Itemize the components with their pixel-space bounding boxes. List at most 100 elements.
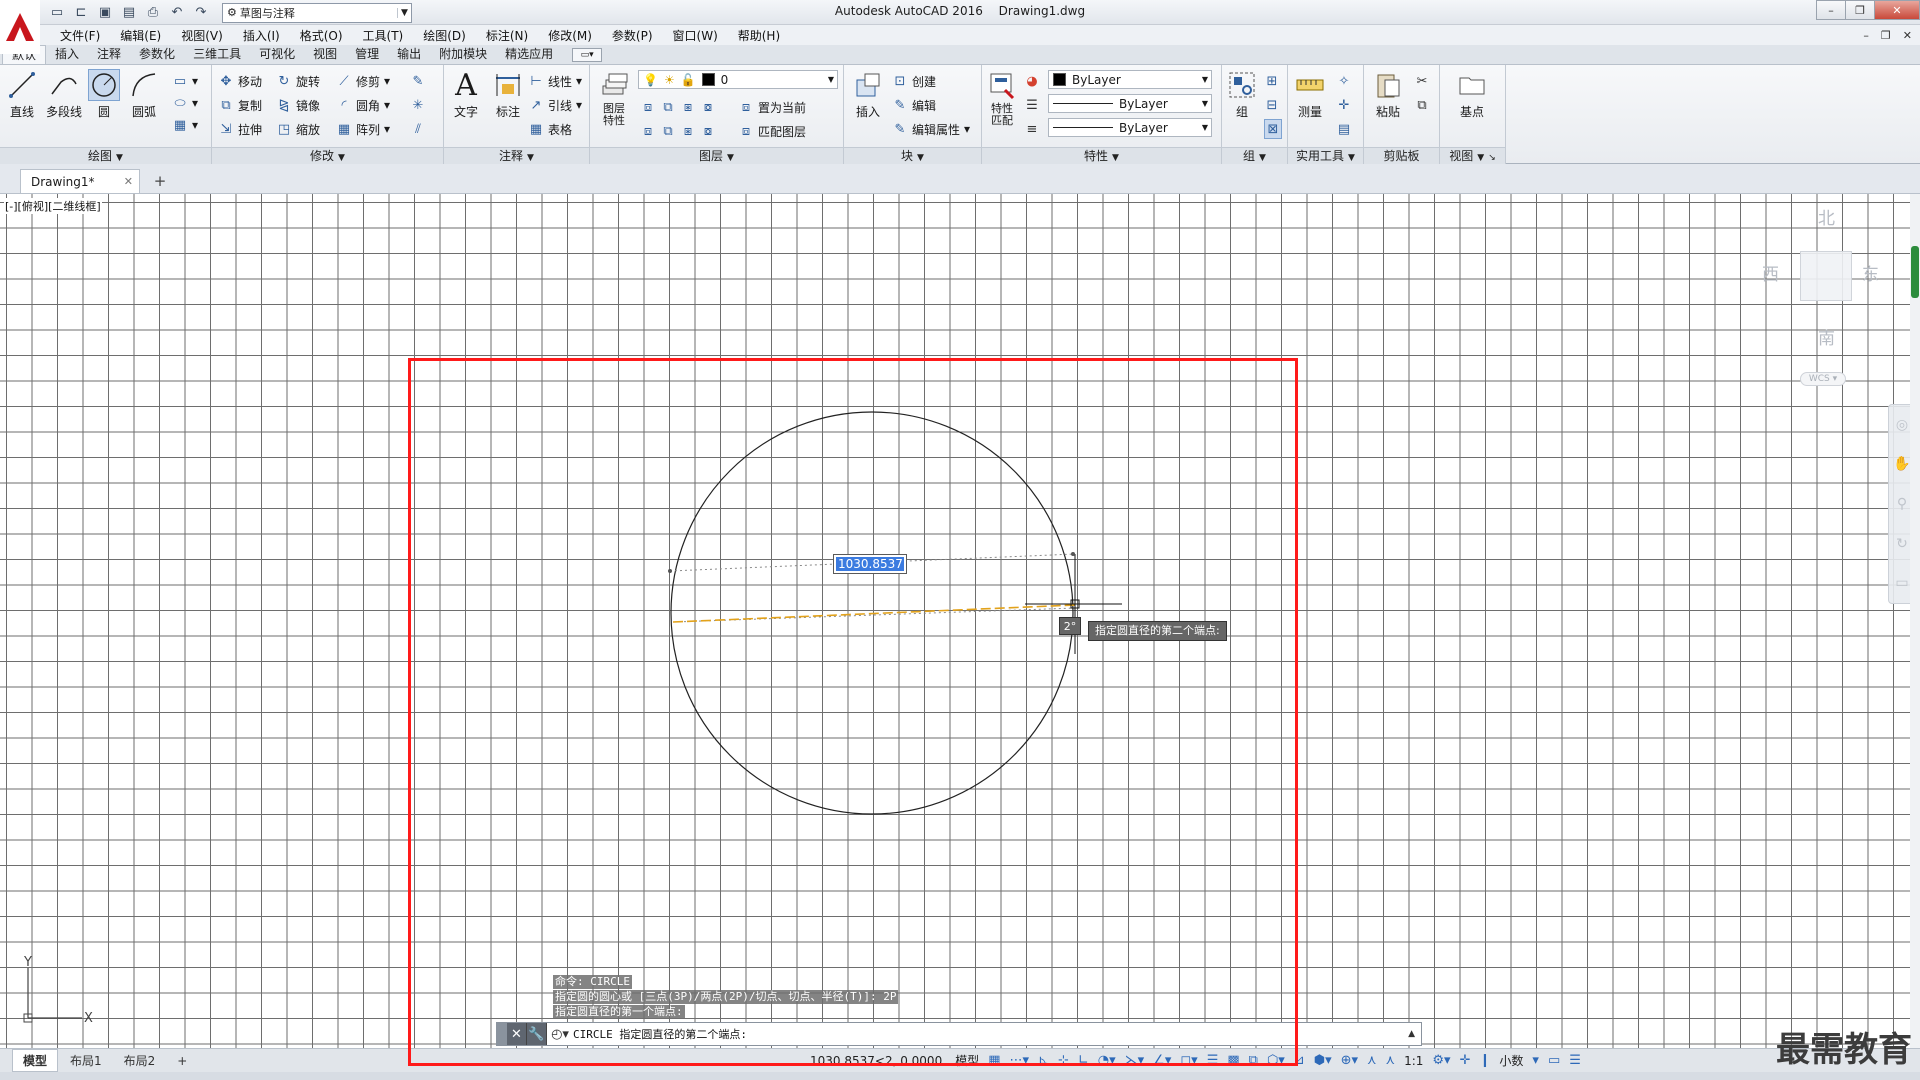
- layer-unisolate-icon[interactable]: ⧉: [660, 123, 676, 139]
- layer-select[interactable]: 💡 ☀ 🔓 0 ▼: [638, 70, 838, 89]
- id-point-button[interactable]: ✛: [1336, 95, 1352, 115]
- scrollbar-thumb[interactable]: [1911, 246, 1919, 298]
- edit-block-button[interactable]: ✎ 编辑: [892, 95, 936, 115]
- doc-close-button[interactable]: ✕: [1903, 29, 1912, 42]
- dynamic-input-icon[interactable]: ⊹: [1058, 1053, 1069, 1068]
- menu-edit[interactable]: 编辑(E): [110, 27, 171, 44]
- coordinate-readout[interactable]: 1030.8537<2, 0.0000: [810, 1054, 942, 1068]
- panel-properties-title[interactable]: 特性 ▼: [982, 147, 1221, 164]
- maximize-button[interactable]: ❐: [1845, 0, 1875, 20]
- color-select[interactable]: ByLayer ▼: [1048, 70, 1212, 89]
- annotation-scale[interactable]: 1:1: [1404, 1054, 1423, 1068]
- move-button[interactable]: ✥ 移动: [218, 71, 262, 91]
- layer-thaw-icon[interactable]: ⧆: [680, 123, 696, 139]
- 3d-osnap-icon[interactable]: ⬡▾: [1267, 1053, 1285, 1068]
- match-layer-button[interactable]: ⧈ 匹配图层: [738, 121, 806, 141]
- tab-addins[interactable]: 附加模块: [430, 45, 496, 64]
- tab-manage[interactable]: 管理: [346, 45, 388, 64]
- match-properties-button[interactable]: 特性 匹配: [982, 69, 1022, 127]
- layer-unlock-icon[interactable]: ⧇: [700, 123, 716, 139]
- minimize-button[interactable]: –: [1816, 0, 1846, 20]
- tab-featured-apps[interactable]: 精选应用: [496, 45, 562, 64]
- linear-button[interactable]: ⊢ 线性 ▾: [528, 71, 582, 91]
- lineweight-display-icon[interactable]: ☰: [1207, 1053, 1219, 1068]
- object-snap-icon[interactable]: ◻▾: [1180, 1053, 1197, 1068]
- menu-tools[interactable]: 工具(T): [353, 27, 414, 44]
- panel-view-title[interactable]: 视图 ▼ ↘: [1440, 147, 1505, 164]
- polar-tracking-icon[interactable]: ◔▾: [1098, 1053, 1116, 1068]
- command-line-grip[interactable]: [497, 1023, 507, 1045]
- menu-modify[interactable]: 修改(M): [538, 27, 602, 44]
- doc-restore-button[interactable]: ❐: [1881, 29, 1891, 42]
- paste-button[interactable]: 粘贴: [1368, 69, 1408, 120]
- close-icon[interactable]: ✕: [124, 175, 133, 188]
- layer-isolate-icon[interactable]: ⧉: [660, 99, 676, 115]
- panel-utilities-title[interactable]: 实用工具 ▼: [1288, 147, 1363, 164]
- menu-help[interactable]: 帮助(H): [728, 27, 790, 44]
- group-selection-button[interactable]: ⊠: [1264, 119, 1282, 139]
- panel-block-title[interactable]: 块 ▼: [844, 147, 981, 164]
- tab-insert[interactable]: 插入: [46, 45, 88, 64]
- copy-clip-button[interactable]: ⧉: [1414, 95, 1430, 115]
- edit-attributes-button[interactable]: ✎ 编辑属性 ▾: [892, 119, 971, 139]
- vertical-scrollbar[interactable]: [1910, 194, 1920, 1048]
- viewcube-east[interactable]: 东: [1862, 260, 1879, 285]
- tab-annotate[interactable]: 注释: [88, 45, 130, 64]
- linetype-select[interactable]: ByLayer ▼: [1048, 94, 1212, 113]
- panel-draw-title[interactable]: 绘图 ▼: [0, 147, 211, 164]
- menu-dimension[interactable]: 标注(N): [476, 27, 538, 44]
- leader-button[interactable]: ↗ 引线 ▾: [528, 95, 583, 115]
- dynamic-input-field[interactable]: 1030.8537: [833, 554, 907, 574]
- menu-insert[interactable]: 插入(I): [233, 27, 290, 44]
- steering-wheel-icon[interactable]: ◎: [1896, 417, 1908, 433]
- wrench-icon[interactable]: 🔧: [527, 1023, 547, 1045]
- polyline-button[interactable]: 多段线: [44, 69, 84, 120]
- layer-on-icon[interactable]: ⧈: [640, 123, 656, 139]
- dynamic-ucs-icon[interactable]: ⊿: [1294, 1053, 1305, 1068]
- base-view-button[interactable]: 基点: [1452, 69, 1492, 120]
- circle-button[interactable]: 圆: [84, 69, 124, 120]
- copy-button[interactable]: ⧉ 复制: [218, 95, 262, 115]
- menu-view[interactable]: 视图(V): [171, 27, 233, 44]
- quick-properties-icon[interactable]: ▭: [1548, 1053, 1560, 1068]
- tab-layout1[interactable]: 布局1: [60, 1050, 112, 1071]
- dimension-button[interactable]: 标注: [488, 69, 528, 120]
- ungroup-button[interactable]: ⊞: [1264, 71, 1280, 91]
- viewcube-north[interactable]: 北: [1818, 204, 1835, 229]
- transparency-icon[interactable]: ▩: [1227, 1053, 1239, 1068]
- arc-button[interactable]: 圆弧: [124, 69, 164, 120]
- layer-off-icon[interactable]: ⧈: [640, 99, 656, 115]
- customization-icon[interactable]: ☰: [1569, 1053, 1581, 1068]
- rectangle-button[interactable]: ▭ ▾: [172, 71, 198, 91]
- erase-button[interactable]: ✎: [410, 71, 426, 91]
- cut-button[interactable]: ✂: [1414, 71, 1430, 91]
- lineweight-select[interactable]: ByLayer ▼: [1048, 118, 1212, 137]
- text-button[interactable]: A 文字: [446, 68, 486, 120]
- isodraft-icon[interactable]: ⋋▾: [1125, 1053, 1145, 1068]
- drawing-canvas[interactable]: [-][俯视][二维线框] 1030.8537 2° 指定圆直径的第二个端点: …: [0, 194, 1920, 1048]
- object-snap-tracking-icon[interactable]: ∠▾: [1153, 1053, 1171, 1068]
- menu-window[interactable]: 窗口(W): [663, 27, 728, 44]
- array-button[interactable]: ▦ 阵列 ▾: [336, 119, 390, 139]
- ellipse-button[interactable]: ⬭ ▾: [172, 93, 198, 113]
- units-select[interactable]: 小数: [1499, 1052, 1523, 1069]
- zoom-icon[interactable]: ⚲: [1897, 496, 1907, 512]
- menu-draw[interactable]: 绘图(D): [413, 27, 476, 44]
- tab-model[interactable]: 模型: [12, 1049, 59, 1072]
- new-tab-button[interactable]: +: [150, 172, 170, 190]
- hatch-button[interactable]: ▦ ▾: [172, 115, 198, 135]
- tab-parametric[interactable]: 参数化: [130, 45, 184, 64]
- file-tab-drawing1[interactable]: Drawing1* ✕: [20, 169, 140, 193]
- chevron-up-icon[interactable]: ▲: [1408, 1029, 1415, 1039]
- rotate-button[interactable]: ↻ 旋转: [276, 71, 320, 91]
- auto-scale-icon[interactable]: ⋏: [1386, 1053, 1396, 1068]
- layer-freeze-icon[interactable]: ⧆: [680, 99, 696, 115]
- wcs-menu[interactable]: WCS ▾: [1800, 372, 1846, 386]
- workspace-switching-icon[interactable]: ⚙▾: [1432, 1053, 1450, 1068]
- scale-button[interactable]: ◳ 缩放: [276, 119, 320, 139]
- annotation-visibility-icon[interactable]: ⋏: [1367, 1053, 1377, 1068]
- gizmo-icon[interactable]: ⊕▾: [1341, 1053, 1358, 1068]
- close-button[interactable]: ✕: [1874, 0, 1920, 20]
- panel-layers-title[interactable]: 图层 ▼: [590, 147, 843, 164]
- panel-annotation-title[interactable]: 注释 ▼: [444, 147, 589, 164]
